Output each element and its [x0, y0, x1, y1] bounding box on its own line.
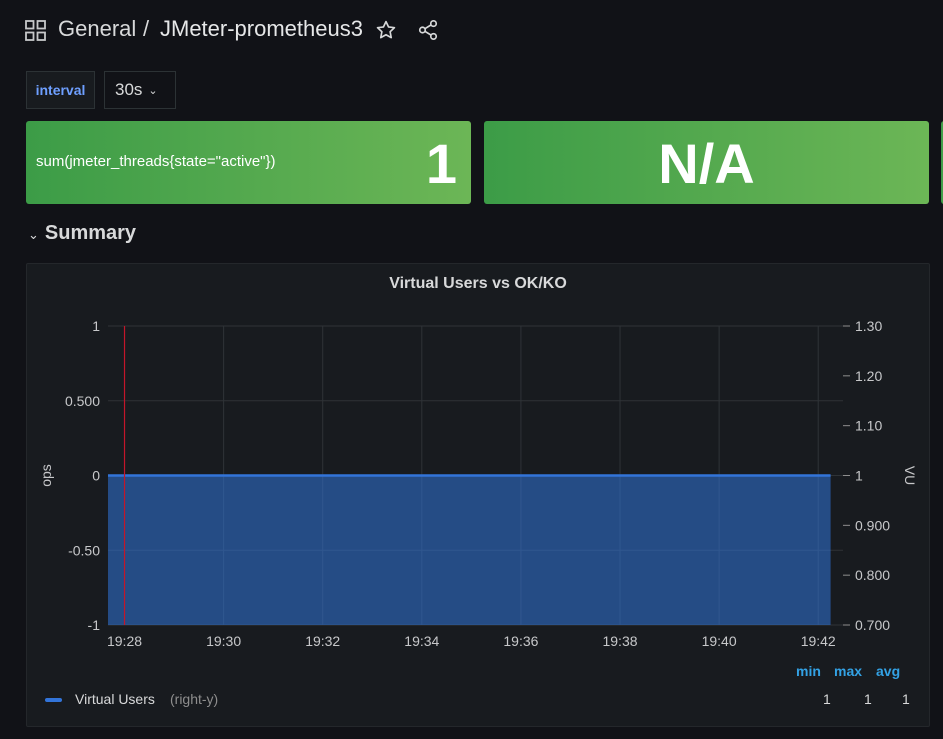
star-icon[interactable] [375, 19, 397, 41]
y-tick-label: 0.500 [65, 393, 100, 409]
legend-series-name[interactable]: Virtual Users [75, 691, 155, 707]
x-tick-label: 19:42 [801, 633, 836, 649]
legend-value-max: 1 [864, 691, 872, 707]
x-tick-label: 19:38 [602, 633, 637, 649]
chevron-down-icon: ⌄ [148, 84, 158, 97]
chevron-down-icon: ⌄ [28, 227, 39, 242]
x-tick-label: 19:30 [206, 633, 241, 649]
legend-header-avg[interactable]: avg [876, 663, 900, 679]
x-tick-label: 19:28 [107, 633, 142, 649]
y2-tick-label: 0.800 [855, 567, 890, 583]
y-tick-label: -0.50 [68, 542, 100, 558]
legend-value-min: 1 [823, 691, 831, 707]
y2-tick-label: 1 [855, 468, 863, 484]
x-tick-label: 19:34 [404, 633, 439, 649]
x-tick-label: 19:32 [305, 633, 340, 649]
y-tick-label: 1 [92, 318, 100, 334]
x-tick-label: 19:40 [702, 633, 737, 649]
stat-panel-active-threads[interactable]: sum(jmeter_threads{state="active"}) 1 [26, 121, 471, 204]
apps-grid-icon[interactable] [25, 20, 46, 41]
legend-series-axis: (right-y) [170, 691, 219, 707]
series-area [108, 475, 831, 625]
x-tick-label: 19:36 [503, 633, 538, 649]
stat-panel-title: sum(jmeter_threads{state="active"}) [36, 153, 276, 170]
y2-tick-label: 1.10 [855, 418, 882, 434]
y-tick-label: -1 [88, 617, 101, 633]
y-axis-title: ops [38, 464, 54, 487]
y2-tick-label: 1.20 [855, 368, 882, 384]
dashboard-title[interactable]: JMeter-prometheus3 [160, 16, 363, 42]
breadcrumb-folder[interactable]: General [58, 16, 136, 42]
legend-header-max[interactable]: max [834, 663, 862, 679]
y2-tick-label: 1.30 [855, 318, 882, 334]
legend-series-swatch[interactable] [45, 698, 62, 702]
interval-select-value: 30s [115, 80, 143, 99]
y-tick-label: 0 [92, 468, 100, 484]
chart-plot[interactable]: 1 0.500 0 -0.50 -1 1.30 1.20 1.10 1 0.900 0.800 0.7… [27, 264, 931, 659]
y2-tick-label: 0.700 [855, 617, 890, 633]
interval-variable-label: interval [26, 71, 95, 109]
stat-panel-second[interactable]: N/A [484, 121, 929, 204]
graph-panel[interactable]: Virtual Users vs OK/KO 1 0.500 0 -0.50 -1 1.3… [26, 263, 930, 727]
stat-panel-value: 1 [425, 132, 457, 195]
y2-tick-label: 0.900 [855, 517, 890, 533]
legend-value-avg: 1 [902, 691, 910, 707]
row-title: Summary [44, 222, 137, 244]
y2-axis-title: VU [902, 466, 918, 485]
share-icon[interactable] [417, 19, 439, 41]
breadcrumb-separator: / [143, 16, 150, 41]
interval-select[interactable]: 30s ⌄ [104, 71, 176, 109]
stat-panel-value: N/A [658, 132, 755, 195]
dashboard-header: General / JMeter-prometheus3 [0, 0, 943, 60]
legend-header-min[interactable]: min [796, 663, 821, 679]
row-summary[interactable]: ⌄ Summary [28, 222, 136, 245]
